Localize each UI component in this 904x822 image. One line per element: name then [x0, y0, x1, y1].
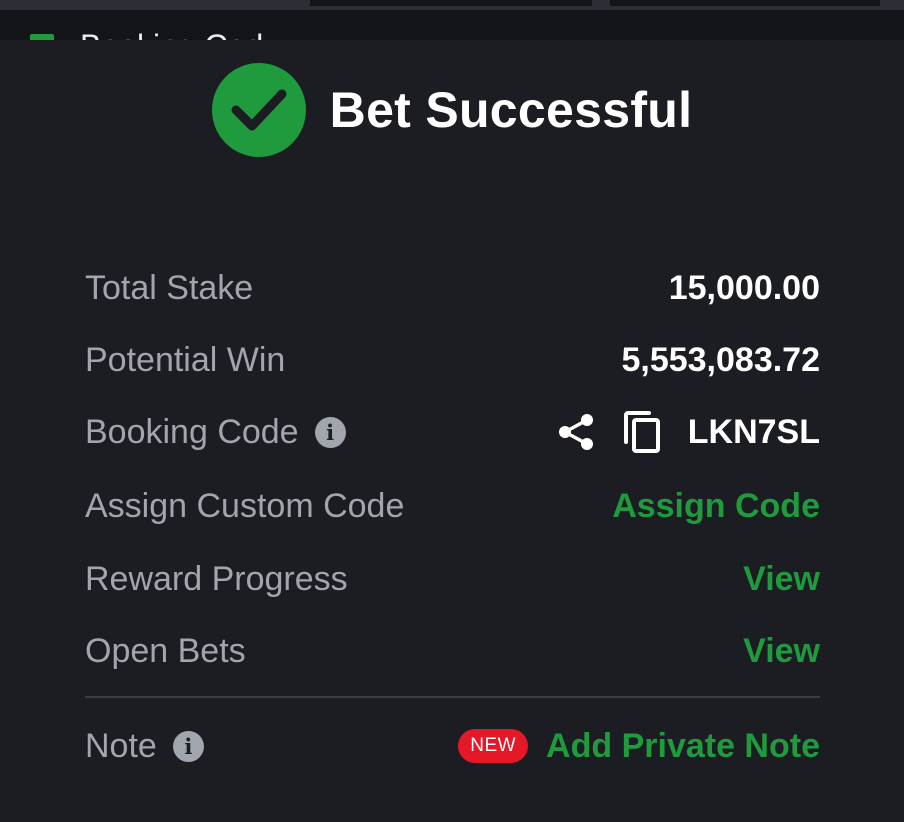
divider	[85, 696, 820, 698]
total-stake-label: Total Stake	[85, 268, 254, 307]
reward-progress-view-link[interactable]: View	[743, 560, 820, 599]
info-icon[interactable]: i	[172, 730, 204, 762]
open-bets-row: Open Bets View	[85, 621, 820, 681]
booking-code-value[interactable]: LKN7SL	[688, 413, 820, 452]
booking-code-row: Booking Code i LKN7SL	[85, 402, 820, 462]
copy-icon[interactable]	[622, 410, 662, 454]
potential-win-value: 5,553,083.72	[621, 340, 820, 379]
potential-win-row: Potential Win 5,553,083.72	[85, 330, 820, 390]
note-actions: NEW Add Private Note	[458, 727, 820, 766]
page-title: Bet Successful	[329, 82, 693, 138]
assign-custom-code-row: Assign Custom Code Assign Code	[85, 476, 820, 536]
new-badge: NEW	[458, 729, 529, 763]
open-bets-view-link[interactable]: View	[743, 632, 820, 671]
info-icon[interactable]: i	[314, 416, 346, 448]
total-stake-value: 15,000.00	[668, 268, 820, 307]
reward-progress-row: Reward Progress View	[85, 549, 820, 609]
assign-custom-code-label: Assign Custom Code	[85, 486, 405, 525]
reward-progress-label: Reward Progress	[85, 559, 348, 598]
top-bar-tab	[610, 0, 880, 6]
note-row: Note i NEW Add Private Note	[85, 716, 820, 776]
window-top-bar	[0, 0, 904, 10]
top-bar-tab	[310, 0, 592, 6]
check-circle-icon	[211, 63, 306, 157]
assign-code-link[interactable]: Assign Code	[612, 487, 820, 526]
total-stake-row: Total Stake 15,000.00	[85, 258, 820, 318]
note-label-group: Note i	[85, 727, 204, 766]
bet-success-header: Bet Successful	[0, 62, 904, 158]
add-private-note-link[interactable]: Add Private Note	[546, 727, 820, 766]
booking-code-actions: LKN7SL	[556, 410, 820, 454]
background-partial-text: Booking Cod	[80, 30, 290, 40]
booking-code-label-group: Booking Code i	[85, 413, 346, 452]
note-label: Note	[85, 726, 157, 765]
booking-code-label: Booking Code	[85, 412, 299, 451]
share-icon[interactable]	[556, 412, 596, 452]
potential-win-label: Potential Win	[85, 340, 286, 379]
open-bets-label: Open Bets	[85, 631, 246, 670]
